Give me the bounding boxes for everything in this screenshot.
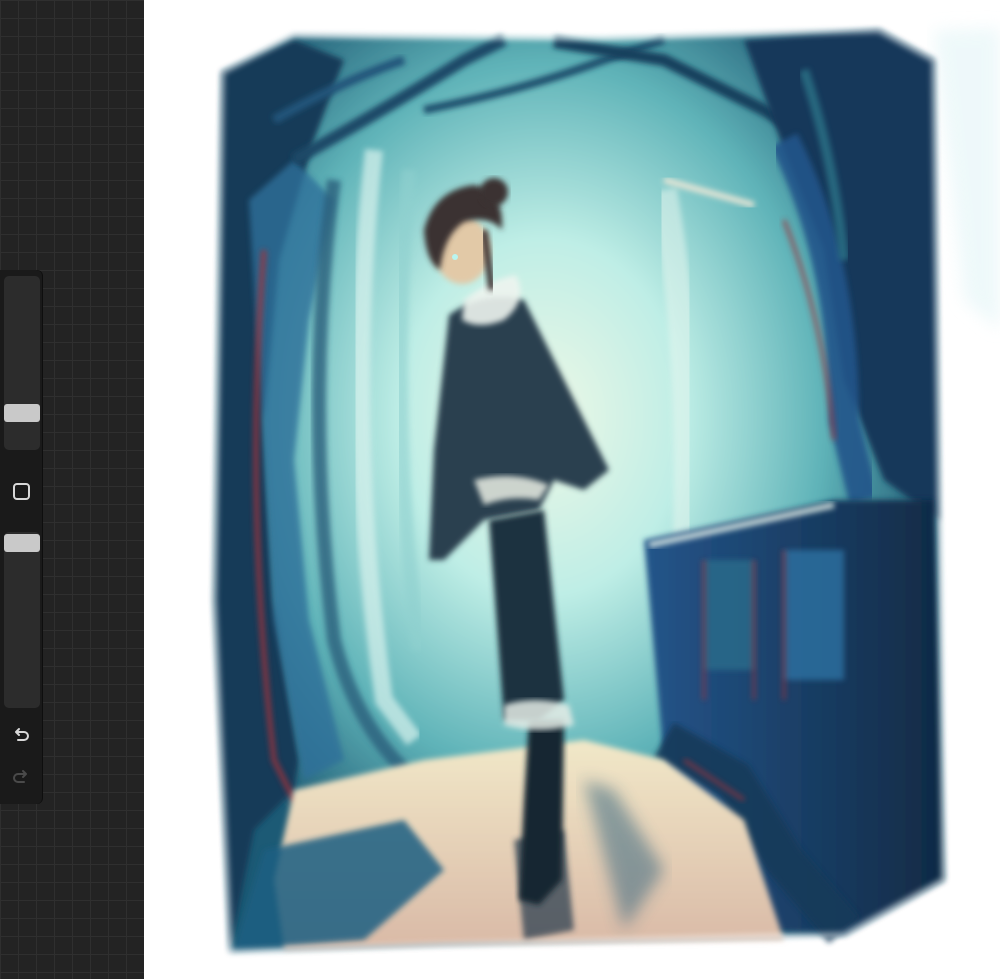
undo-arrow-icon [15,728,29,741]
redo-button[interactable] [6,762,36,792]
sidebar-toolbar [0,270,42,804]
undo-button[interactable] [6,720,36,750]
procreate-workspace [0,0,1000,979]
brush-size-slider[interactable] [4,276,40,450]
modify-button[interactable] [8,478,34,504]
brush-size-slider-thumb[interactable] [4,404,40,422]
redo-arrow-icon [13,770,27,783]
drawing-canvas[interactable] [144,0,1000,979]
opacity-slider[interactable] [4,532,40,708]
artwork [210,26,1000,956]
opacity-slider-thumb[interactable] [4,534,40,552]
square-icon [12,482,30,500]
